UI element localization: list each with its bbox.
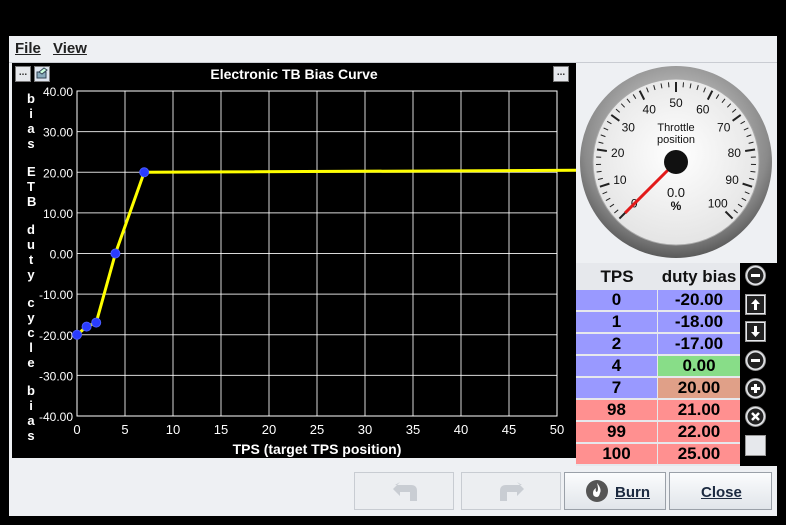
- table-cell-tps[interactable]: 2: [576, 334, 657, 354]
- y-tick-label: 30.00: [43, 126, 73, 140]
- close-button[interactable]: Close: [669, 472, 772, 510]
- series-line: [76, 168, 576, 336]
- gauge-tick-label: 90: [725, 173, 739, 187]
- y-tick-label: -10.00: [39, 288, 73, 302]
- x-tick-label: 10: [166, 422, 180, 437]
- x-tick-label: 0: [73, 422, 80, 437]
- table-cell-duty-bias[interactable]: 21.00: [658, 400, 740, 420]
- x-tick-label: 5: [121, 422, 128, 437]
- table-cell-tps[interactable]: 0: [576, 290, 657, 310]
- move-up-icon[interactable]: [745, 294, 766, 315]
- table-cell-duty-bias[interactable]: -17.00: [658, 334, 740, 354]
- table-cell-duty-bias[interactable]: 22.00: [658, 422, 740, 442]
- gauge-tick-label: 30: [622, 120, 636, 134]
- throttle-gauge: 0102030405060708090100Throttleposition0.…: [578, 64, 774, 260]
- close-label: Close: [701, 484, 742, 501]
- table-cell-tps[interactable]: 1: [576, 312, 657, 332]
- data-point[interactable]: [139, 167, 150, 178]
- gauge-tick-label: 40: [643, 102, 657, 116]
- gauge-title: Throttle: [657, 122, 694, 134]
- flame-icon: [586, 480, 608, 502]
- table-cell-duty-bias[interactable]: -18.00: [658, 312, 740, 332]
- x-tick-label: 20: [262, 422, 276, 437]
- undo-button[interactable]: [354, 472, 454, 510]
- x-tick-label: 25: [310, 422, 324, 437]
- table-cell-tps[interactable]: 4: [576, 356, 657, 376]
- y-tick-label: 0.00: [50, 248, 74, 262]
- table-cell-duty-bias[interactable]: 20.00: [658, 378, 740, 398]
- gauge-tick-label: 80: [728, 146, 742, 160]
- table-cell-tps[interactable]: 99: [576, 422, 657, 442]
- gauge-tick: [750, 170, 756, 173]
- delete-icon[interactable]: [745, 406, 766, 427]
- y-tick-label: 40.00: [43, 85, 73, 99]
- x-tick-label: 15: [214, 422, 228, 437]
- data-point[interactable]: [72, 329, 82, 340]
- bias-curve-chart[interactable]: 0 5 10 15 20 25 30 35 40 45 50 40.00 30.00 20.00 10.00…: [12, 63, 576, 458]
- redo-button[interactable]: [461, 472, 561, 510]
- blank-button[interactable]: [745, 435, 766, 456]
- gauge-tick-label: 60: [696, 102, 710, 116]
- table-cell-duty-bias[interactable]: -20.00: [658, 290, 740, 310]
- redo-icon: [500, 482, 524, 501]
- chart-panel: ... ... Electronic TB Bias Curve bias ETB…: [12, 63, 576, 458]
- gauge-tick-label: 100: [708, 197, 728, 211]
- x-tick-label: 35: [406, 422, 420, 437]
- table-cell-tps[interactable]: 7: [576, 378, 657, 398]
- col-header-duty-bias: duty bias: [661, 267, 737, 286]
- gauge-hub: [664, 150, 688, 174]
- col-header-tps: TPS: [600, 267, 634, 286]
- gauge-tick-label: 20: [611, 146, 625, 160]
- table-cell-tps[interactable]: 98: [576, 400, 657, 420]
- x-tick-label: 50: [550, 422, 564, 437]
- menu-file[interactable]: File: [15, 40, 41, 57]
- data-point[interactable]: [91, 317, 102, 328]
- gauge-tick: [596, 170, 602, 173]
- remove-row-icon[interactable]: [745, 350, 766, 371]
- x-tick-label: 40: [454, 422, 468, 437]
- dialog-window: File View ... ... Electronic TB Bias Cur…: [9, 36, 778, 516]
- gauge-tick-label: 10: [613, 173, 627, 187]
- undo-icon: [393, 482, 417, 501]
- burn-button[interactable]: Burn: [564, 472, 666, 510]
- table-cell-tps[interactable]: 100: [576, 444, 657, 464]
- x-tick-label: 45: [502, 422, 516, 437]
- menu-view[interactable]: View: [53, 40, 87, 57]
- y-tick-label: 20.00: [43, 166, 73, 180]
- table-cell-duty-bias[interactable]: 0.00: [658, 356, 740, 376]
- gauge-tick-label: 50: [669, 96, 683, 110]
- burn-label: Burn: [615, 484, 650, 501]
- button-bar: Burn Close: [9, 466, 777, 516]
- gauge-value: 0.0: [667, 185, 685, 200]
- add-row-icon[interactable]: [745, 378, 766, 399]
- gauge-tick-label: 70: [717, 120, 731, 134]
- y-tick-label: 10.00: [43, 207, 73, 221]
- collapse-icon[interactable]: [745, 265, 766, 286]
- table-cell-duty-bias[interactable]: 25.00: [658, 444, 740, 464]
- x-axis-label: TPS (target TPS position): [233, 441, 402, 457]
- y-tick-label: -20.00: [39, 329, 73, 343]
- y-tick-label: -30.00: [39, 369, 73, 383]
- y-tick-label: -40.00: [39, 410, 73, 424]
- bias-table: TPS duty bias 0 -20.00 1 -18.00 2 -17.00 4 0.00…: [576, 263, 778, 466]
- data-point[interactable]: [81, 321, 92, 332]
- x-tick-label: 30: [358, 422, 372, 437]
- move-down-icon[interactable]: [745, 321, 766, 342]
- gauge-unit: %: [671, 199, 682, 213]
- data-point[interactable]: [110, 248, 121, 259]
- menu-bar: File View: [9, 36, 777, 63]
- gauge-title-2: position: [657, 134, 695, 146]
